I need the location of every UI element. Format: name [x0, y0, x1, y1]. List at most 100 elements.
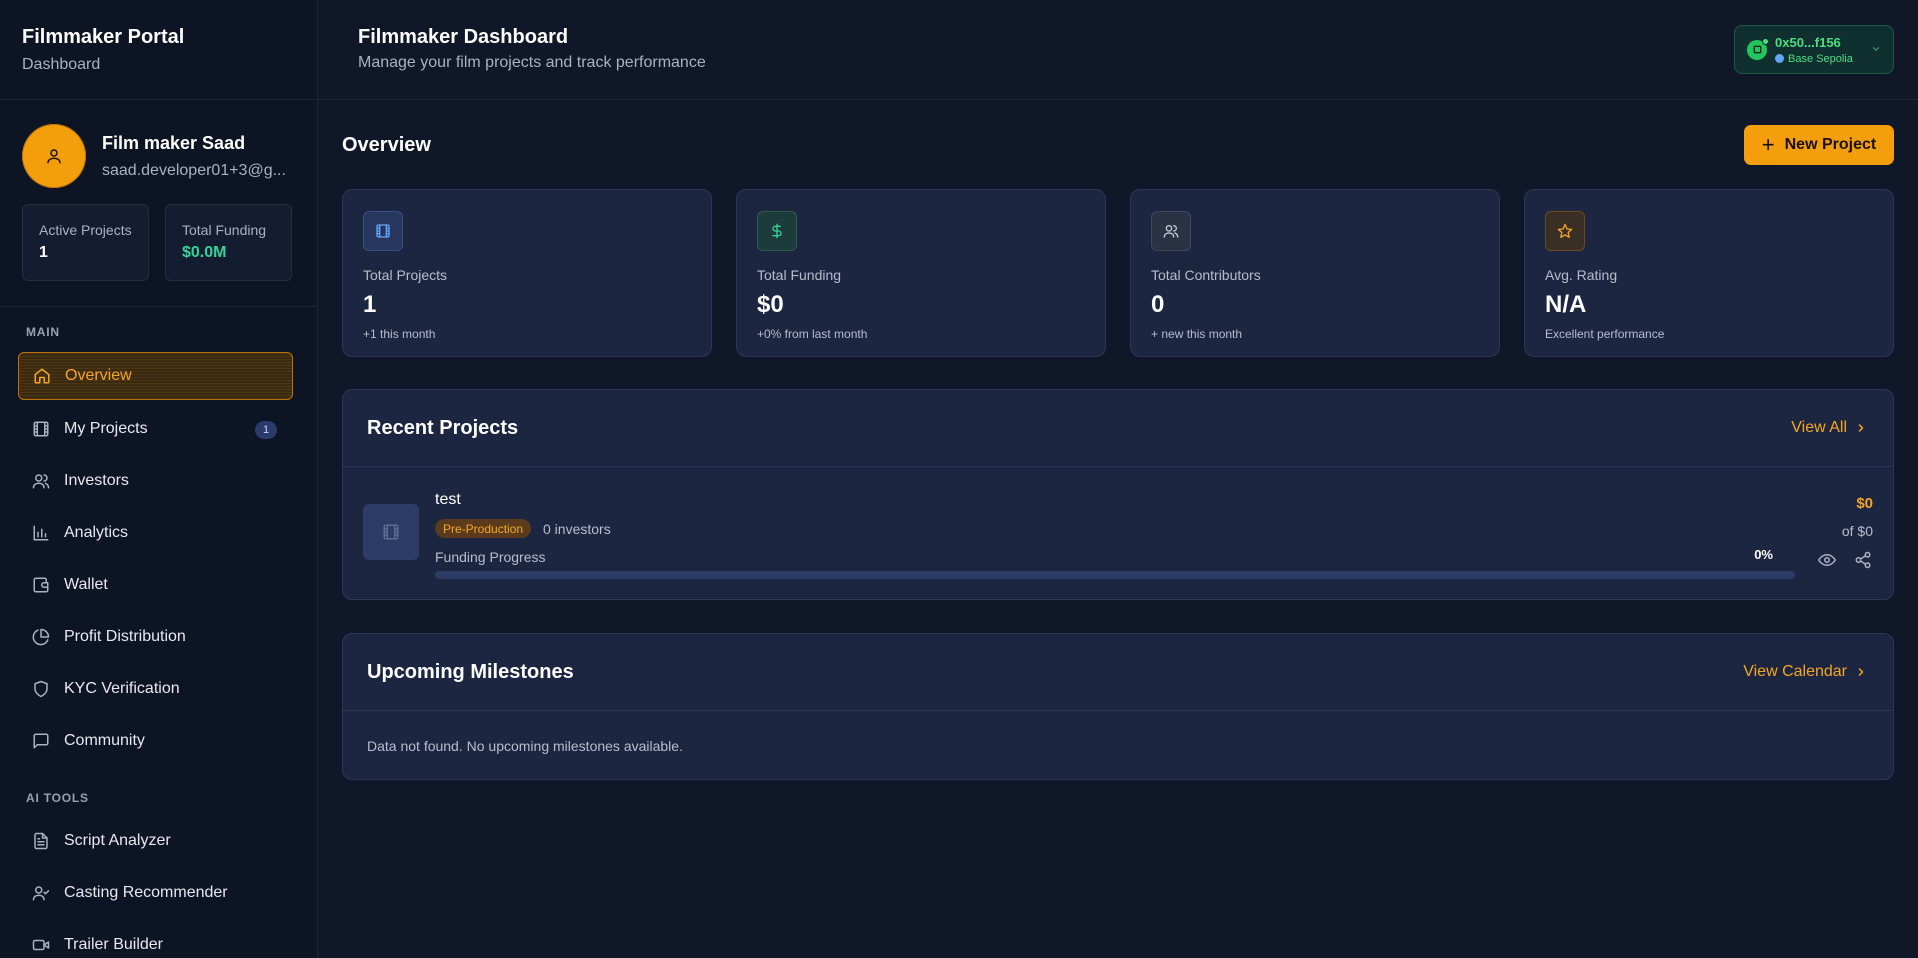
milestones-panel: Upcoming Milestones View Calendar Data n… — [342, 633, 1894, 780]
sidebar: Filmmaker Portal Dashboard Film maker Sa… — [0, 0, 318, 958]
view-calendar-link[interactable]: View Calendar — [1743, 663, 1867, 681]
stat-note: + new this month — [1151, 327, 1243, 341]
message-square-icon — [33, 733, 49, 749]
mini-stat-label: Total Funding — [182, 222, 267, 238]
stat-value: $0 — [757, 291, 784, 318]
project-row[interactable]: test Pre-Production 0 investors Funding … — [343, 467, 1893, 600]
stats-row: Total Projects 1 +1 this month Total Fun… — [342, 189, 1894, 357]
sidebar-item-wallet[interactable]: Wallet — [18, 561, 293, 609]
empty-state-message: Data not found. No upcoming milestones a… — [367, 738, 683, 754]
profile-name: Film maker Saad — [102, 132, 246, 153]
sidebar-item-community[interactable]: Community — [18, 717, 293, 765]
stat-card-total-funding: Total Funding $0 +0% from last month — [736, 189, 1106, 357]
sidebar-item-label: Investors — [64, 472, 129, 489]
user-icon — [47, 149, 61, 164]
eye-icon[interactable] — [1818, 551, 1836, 569]
wallet-avatar-icon — [1747, 37, 1769, 60]
film-icon — [33, 421, 49, 437]
panel-title: Upcoming Milestones — [367, 661, 574, 683]
investor-count: 0 investors — [543, 521, 611, 537]
stat-note: +1 this month — [363, 327, 436, 341]
users-icon — [32, 474, 50, 489]
stat-note: +0% from last month — [757, 327, 868, 341]
wallet-network: Base Sepolia — [1775, 53, 1853, 65]
app-title: Filmmaker Portal — [22, 26, 185, 48]
network-icon — [1775, 54, 1784, 63]
sidebar-item-label: My Projects — [64, 420, 148, 437]
sidebar-item-label: Casting Recommender — [64, 884, 228, 901]
sidebar-item-investors[interactable]: Investors — [18, 457, 293, 505]
pie-chart-icon — [32, 628, 50, 646]
mini-stat-label: Active Projects — [39, 222, 132, 238]
top-header: Filmmaker Dashboard Manage your film pro… — [318, 0, 1918, 100]
film-icon — [383, 524, 399, 540]
view-all-link[interactable]: View All — [1791, 419, 1867, 437]
funding-progress-bar — [435, 571, 1795, 579]
new-project-button[interactable]: + New Project — [1744, 125, 1894, 165]
stat-label: Total Contributors — [1151, 267, 1261, 283]
share-icon[interactable] — [1854, 551, 1872, 569]
sidebar-header: Filmmaker Portal Dashboard — [0, 0, 317, 100]
sidebar-item-trailer-builder[interactable]: Trailer Builder — [18, 921, 293, 958]
star-icon — [1545, 211, 1585, 251]
chevron-down-icon — [1872, 47, 1880, 51]
sidebar-item-label: Script Analyzer — [64, 832, 171, 849]
stat-value: N/A — [1545, 291, 1587, 318]
stat-note: Excellent performance — [1545, 327, 1665, 341]
user-check-icon — [32, 886, 50, 901]
stat-label: Avg. Rating — [1545, 267, 1618, 283]
film-icon — [363, 211, 403, 251]
bar-chart-icon — [33, 525, 49, 541]
shield-icon — [34, 680, 48, 698]
page-subtitle: Manage your film projects and track perf… — [358, 54, 706, 71]
sidebar-item-label: Community — [64, 732, 145, 749]
sidebar-item-analytics[interactable]: Analytics — [18, 509, 293, 557]
dollar-icon — [757, 211, 797, 251]
sidebar-item-label: Wallet — [64, 576, 108, 593]
sidebar-item-my-projects[interactable]: My Projects 1 — [18, 405, 293, 453]
users-icon — [1151, 211, 1191, 251]
project-name: test — [435, 491, 461, 508]
profile-card: Film maker Saad saad.developer01+3@g... … — [0, 100, 317, 307]
wallet-icon — [33, 577, 49, 593]
chevron-right-icon — [1858, 668, 1864, 676]
wallet-connect-button[interactable]: 0x50...f156 Base Sepolia — [1734, 25, 1894, 74]
mini-stat-active-projects: Active Projects 1 — [22, 204, 149, 281]
profile-email: saad.developer01+3@g... — [102, 161, 286, 179]
plus-icon: + — [1761, 132, 1775, 157]
stat-card-avg-rating: Avg. Rating N/A Excellent performance — [1524, 189, 1894, 357]
sidebar-item-label: Overview — [65, 367, 132, 384]
home-icon — [34, 368, 50, 384]
wallet-address: 0x50...f156 — [1775, 34, 1841, 50]
mini-stat-value: $0.0M — [182, 244, 227, 261]
sidebar-item-label: Profit Distribution — [64, 628, 186, 645]
sidebar-item-kyc-verification[interactable]: KYC Verification — [18, 665, 293, 713]
sidebar-item-overview[interactable]: Overview — [18, 352, 293, 400]
avatar[interactable] — [22, 124, 86, 188]
status-badge: Pre-Production — [435, 519, 532, 538]
recent-projects-panel: Recent Projects View All test Pre-Produc… — [342, 389, 1894, 600]
nav-section-main: MAIN — [26, 325, 60, 339]
count-badge: 1 — [255, 421, 277, 439]
mini-stat-total-funding: Total Funding $0.0M — [165, 204, 292, 281]
chevron-right-icon — [1858, 424, 1864, 432]
section-title-overview: Overview — [342, 134, 431, 156]
new-project-label: New Project — [1784, 136, 1877, 153]
project-raised: $0 — [1856, 495, 1873, 512]
stat-card-total-projects: Total Projects 1 +1 this month — [342, 189, 712, 357]
stat-value: 1 — [363, 291, 377, 318]
mini-stat-value: 1 — [39, 244, 48, 261]
sidebar-item-profit-distribution[interactable]: Profit Distribution — [18, 613, 293, 661]
sidebar-item-label: KYC Verification — [64, 680, 180, 697]
sidebar-item-script-analyzer[interactable]: Script Analyzer — [18, 817, 293, 865]
wallet-network-label: Base Sepolia — [1788, 52, 1853, 65]
stat-value: 0 — [1151, 291, 1165, 318]
sidebar-item-label: Trailer Builder — [64, 936, 163, 953]
sidebar-item-casting-recommender[interactable]: Casting Recommender — [18, 869, 293, 917]
stat-label: Total Projects — [363, 267, 448, 283]
view-calendar-label: View Calendar — [1743, 663, 1847, 680]
stat-label: Total Funding — [757, 267, 842, 283]
stat-card-total-contributors: Total Contributors 0 + new this month — [1130, 189, 1500, 357]
panel-title: Recent Projects — [367, 417, 519, 439]
project-thumbnail — [363, 504, 419, 560]
